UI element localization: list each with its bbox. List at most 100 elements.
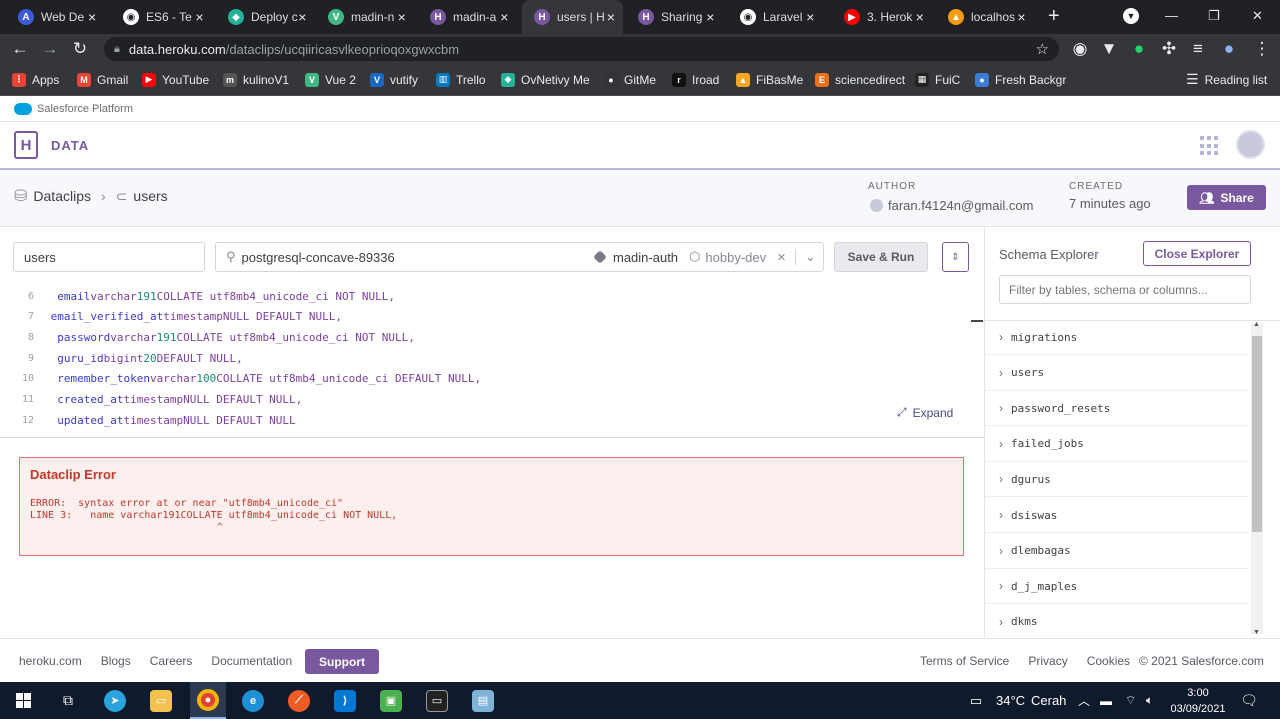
chrome-icon[interactable]: ● <box>190 682 226 719</box>
database-selector[interactable]: ⚲ postgresql-concave-89336 madin-auth ⬡ … <box>215 242 824 272</box>
bookmark-item[interactable]: ◆ OvNetivy Me <box>501 64 590 95</box>
chevron-down-icon[interactable]: ⌄ <box>794 249 816 265</box>
telegram-icon[interactable]: ➤ <box>102 682 128 719</box>
browser-tab[interactable]: A Web De × <box>6 0 108 34</box>
footer-link[interactable]: Blogs <box>101 654 131 668</box>
tray-chevron-up-icon[interactable]: ︿ <box>1078 682 1090 719</box>
wifi-icon[interactable]: ⌔ <box>1125 682 1136 719</box>
schema-table-item[interactable]: › dsiswas <box>985 498 1248 533</box>
schema-table-item[interactable]: › users <box>985 356 1248 391</box>
breadcrumb-dataclips[interactable]: Dataclips <box>33 188 91 204</box>
cmd-icon[interactable]: ▭ <box>424 682 450 719</box>
bookmark-item[interactable]: ● GitMe <box>604 64 656 95</box>
user-avatar[interactable] <box>1236 130 1265 159</box>
browser-menu-icon[interactable]: ⋮ <box>1250 34 1274 64</box>
schema-table-item[interactable]: › failed_jobs <box>985 427 1248 462</box>
close-tab-icon[interactable]: × <box>1015 9 1028 25</box>
bookmark-item[interactable]: ▦ FuiC <box>915 64 960 95</box>
browser-tab[interactable]: ◉ ES6 - Te × <box>111 0 213 34</box>
scrollbar-track[interactable]: ▲ ▼ <box>1251 321 1263 636</box>
close-tab-icon[interactable]: × <box>605 9 617 25</box>
browser-tab[interactable]: H Sharing × <box>626 0 725 34</box>
file-explorer-icon[interactable]: ▭ <box>148 682 174 719</box>
profile-avatar-icon[interactable]: ● <box>1217 34 1241 64</box>
restore-icon[interactable]: ❐ <box>1208 8 1220 24</box>
schema-table-item[interactable]: › d_j_maples <box>985 569 1248 605</box>
terminal-app-icon[interactable]: ▣ <box>378 682 404 719</box>
close-tab-icon[interactable]: × <box>702 9 718 25</box>
back-icon[interactable]: ← <box>8 34 32 64</box>
close-tab-icon[interactable]: × <box>394 9 409 25</box>
volume-icon[interactable]: 🔈︎ <box>1146 682 1153 719</box>
share-button[interactable]: 👥︎ Share <box>1187 185 1266 210</box>
new-tab-button[interactable]: + <box>1048 5 1060 28</box>
extension-icon[interactable]: ◉ <box>1068 34 1092 64</box>
scrollbar-thumb[interactable] <box>1252 336 1262 532</box>
reload-icon[interactable]: ↻ <box>68 34 92 64</box>
close-tab-icon[interactable]: × <box>912 9 927 25</box>
media-control-icon[interactable]: ≡ <box>1186 34 1210 64</box>
bookmark-item[interactable]: Esciencedirect <box>815 64 905 95</box>
browser-tab[interactable]: ▶ 3. Herok × <box>832 0 933 34</box>
notes-app-icon[interactable]: ▤ <box>470 682 496 719</box>
save-run-button[interactable]: Save & Run <box>834 242 928 272</box>
temperature[interactable]: 34°C <box>996 682 1025 719</box>
task-view-icon[interactable]: ⧉ <box>55 682 81 719</box>
forward-icon[interactable]: → <box>38 34 62 64</box>
bookmark-item[interactable]: m kulinoV1 <box>223 64 289 95</box>
notifications-icon[interactable]: 🗨︎ <box>1238 682 1260 719</box>
footer-link[interactable]: Careers <box>150 654 193 668</box>
scroll-up-icon[interactable]: ▲ <box>1253 321 1260 328</box>
expand-button[interactable]: ⤢ Expand <box>897 405 953 420</box>
browser-tab[interactable]: Hmadin-a × <box>418 0 519 34</box>
bookmark-item[interactable]: V Vue 2 <box>305 64 356 95</box>
address-bar[interactable]: 🔒︎ data.heroku.com/dataclips/ucqiiricasv… <box>104 37 1059 61</box>
browser-tab[interactable]: Vmadin-n × <box>316 0 415 34</box>
close-tab-icon[interactable]: × <box>84 9 100 25</box>
close-tab-icon[interactable]: × <box>192 9 207 25</box>
bookmark-star-icon[interactable]: ☆ <box>1036 40 1049 58</box>
apps-grid-icon[interactable] <box>1200 136 1220 156</box>
bookmark-item[interactable]: ⋮ Apps <box>12 64 59 95</box>
minimize-icon[interactable]: — <box>1165 8 1178 23</box>
schema-filter-input[interactable] <box>999 275 1251 304</box>
browser-tab[interactable]: ▲ localhos × <box>936 0 1034 34</box>
bookmark-item[interactable]: r Iroad <box>672 64 719 95</box>
close-tab-icon[interactable]: × <box>298 9 307 25</box>
close-window-icon[interactable]: ✕ <box>1252 8 1263 24</box>
browser-tab[interactable]: Husers | H × <box>522 0 623 34</box>
weather-text[interactable]: Cerah <box>1031 682 1066 719</box>
bookmark-item[interactable]: ▶ YouTube <box>142 64 209 95</box>
bookmark-item[interactable]: ▥ Trello <box>436 64 486 95</box>
extensions-puzzle-icon[interactable]: ✣ <box>1157 34 1181 64</box>
toggle-layout-button[interactable]: ⇕ <box>942 242 969 272</box>
edge-icon[interactable]: e <box>240 682 266 719</box>
browser-tab[interactable]: ◉ Laravel × <box>728 0 829 34</box>
bookmark-item[interactable]: M Gmail <box>77 64 128 95</box>
whatsapp-icon[interactable]: ● <box>1127 34 1151 64</box>
close-tab-icon[interactable]: × <box>802 9 818 25</box>
clear-icon[interactable]: × <box>777 249 786 266</box>
footer-link[interactable]: Privacy <box>1028 654 1067 668</box>
bookmark-item[interactable]: ● Fresh Backgr <box>975 64 1066 95</box>
postman-icon[interactable]: ⟋ <box>286 682 312 719</box>
vscode-icon[interactable]: ⟩ <box>332 682 358 719</box>
schema-table-item[interactable]: › dkms <box>985 605 1248 638</box>
footer-link[interactable]: Documentation <box>211 654 292 668</box>
schema-table-item[interactable]: › dlembagas <box>985 534 1248 569</box>
schema-table-item[interactable]: › dgurus <box>985 462 1248 498</box>
support-button[interactable]: Support <box>305 649 379 674</box>
close-tab-icon[interactable]: × <box>496 9 512 25</box>
footer-link[interactable]: Terms of Service <box>920 654 1009 668</box>
windows-start-icon[interactable] <box>10 682 36 719</box>
clip-name-input[interactable]: users <box>13 242 205 272</box>
bookmark-item[interactable]: ▲ FiBasMe <box>736 64 803 95</box>
tab-search-icon[interactable]: ▼ <box>1123 8 1139 24</box>
footer-link[interactable]: Cookies <box>1087 654 1130 668</box>
bookmark-item[interactable]: Vvutify <box>370 64 418 95</box>
schema-table-item[interactable]: › migrations <box>985 320 1248 355</box>
weather-icon[interactable]: ▭ <box>964 682 988 719</box>
browser-tab[interactable]: ◆ Deploy c × <box>216 0 313 34</box>
schema-table-item[interactable]: › password_resets <box>985 391 1248 427</box>
extension-icon[interactable]: ▼ <box>1097 34 1121 64</box>
